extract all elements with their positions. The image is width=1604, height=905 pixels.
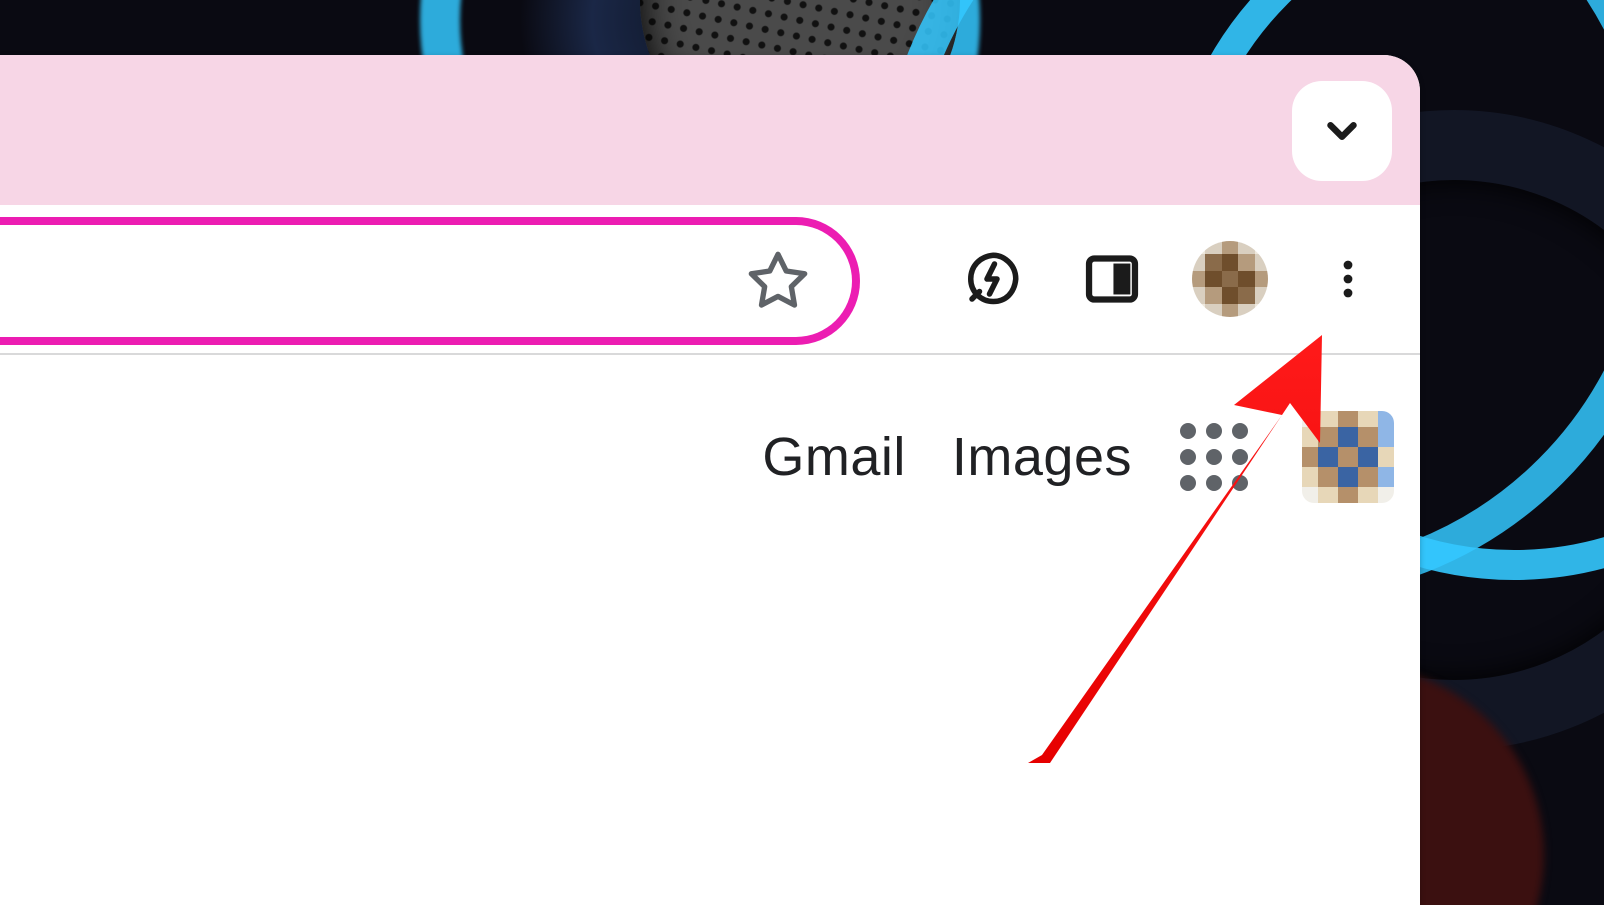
toolbar bbox=[0, 205, 1420, 355]
star-outline-icon bbox=[746, 249, 810, 313]
side-panel-icon bbox=[1083, 250, 1141, 308]
side-panel-button[interactable] bbox=[1072, 239, 1152, 319]
google-bar: Gmail Images bbox=[762, 411, 1394, 503]
chrome-menu-button[interactable] bbox=[1308, 239, 1388, 319]
profile-button[interactable] bbox=[1192, 241, 1268, 317]
google-account-button[interactable] bbox=[1302, 411, 1394, 503]
more-vertical-icon bbox=[1324, 255, 1372, 303]
page-content: Gmail Images bbox=[0, 355, 1420, 905]
search-tabs-button[interactable] bbox=[1292, 81, 1392, 181]
gmail-link[interactable]: Gmail bbox=[762, 426, 906, 488]
google-apps-button[interactable] bbox=[1178, 421, 1250, 493]
leaf-bolt-icon bbox=[962, 249, 1022, 309]
browser-window: Gmail Images bbox=[0, 55, 1420, 905]
bookmark-button[interactable] bbox=[746, 249, 810, 313]
address-bar[interactable] bbox=[0, 217, 860, 345]
chevron-down-icon bbox=[1319, 108, 1365, 154]
tab-strip bbox=[0, 55, 1420, 205]
extension-button[interactable] bbox=[952, 239, 1032, 319]
images-link[interactable]: Images bbox=[952, 426, 1132, 488]
